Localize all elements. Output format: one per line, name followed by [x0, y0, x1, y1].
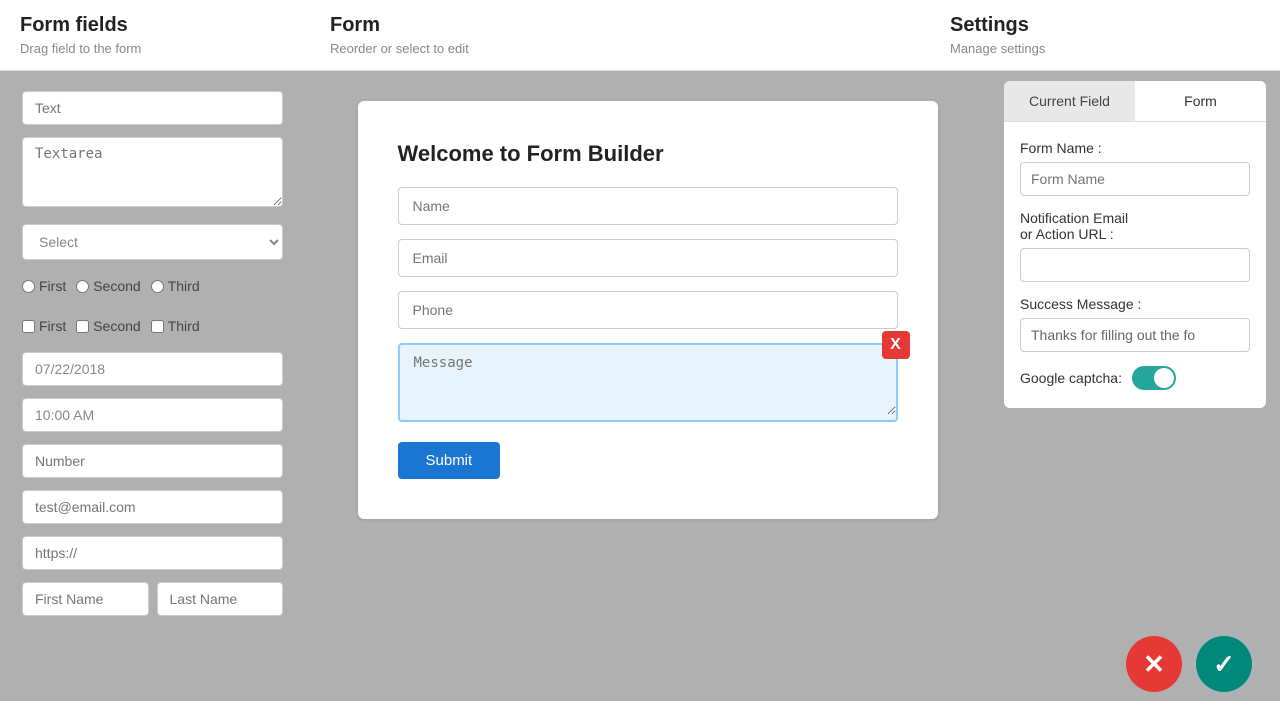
remove-field-button[interactable]: X: [882, 331, 910, 359]
checkbox-first[interactable]: First: [22, 318, 66, 334]
radio-group: First Second Third: [22, 272, 283, 300]
form-name-setting-input[interactable]: [1020, 162, 1250, 196]
success-message-label: Success Message :: [1020, 296, 1250, 312]
center-panel: Welcome to Form Builder X Submit: [305, 71, 990, 701]
textarea-input[interactable]: [22, 137, 283, 207]
number-field-item: [22, 444, 283, 478]
fields-sub: Drag field to the form: [20, 41, 330, 56]
name-fields-item: [22, 582, 283, 616]
confirm-button[interactable]: ✓: [1196, 636, 1252, 692]
name-field: [398, 187, 898, 225]
text-field-item: [22, 91, 283, 125]
captcha-row: Google captcha:: [1020, 366, 1250, 390]
fields-title: Form fields: [20, 14, 330, 37]
checkbox-third[interactable]: Third: [151, 318, 200, 334]
notification-input[interactable]: [1020, 248, 1250, 282]
firstname-input[interactable]: [22, 582, 149, 616]
right-panel: Current Field Form Form Name : Notificat…: [990, 71, 1280, 701]
form-card-title: Welcome to Form Builder: [398, 141, 898, 167]
success-message-input[interactable]: [1020, 318, 1250, 352]
form-card: Welcome to Form Builder X Submit: [358, 101, 938, 519]
checkbox-input-first[interactable]: [22, 320, 35, 333]
text-input[interactable]: [22, 91, 283, 125]
form-name-label: Form Name :: [1020, 140, 1250, 156]
phone-field: [398, 291, 898, 329]
checkbox-second[interactable]: Second: [76, 318, 140, 334]
form-message-textarea[interactable]: [400, 345, 896, 415]
url-input[interactable]: [22, 536, 283, 570]
email-field: [398, 239, 898, 277]
cancel-button[interactable]: ✕: [1126, 636, 1182, 692]
date-field-item: [22, 352, 283, 386]
checkbox-group: First Second Third: [22, 312, 283, 340]
settings-tabs: Current Field Form: [1004, 81, 1266, 122]
textarea-field-item: [22, 137, 283, 212]
message-field: X: [398, 343, 898, 422]
radio-first[interactable]: First: [22, 278, 66, 294]
url-field-item: [22, 536, 283, 570]
form-email-input[interactable]: [398, 239, 898, 277]
action-buttons: ✕ ✓: [1126, 636, 1252, 692]
header: Form fields Drag field to the form Form …: [0, 0, 1280, 71]
checkbox-input-second[interactable]: [76, 320, 89, 333]
main-layout: Select First Second Third First Second T…: [0, 71, 1280, 701]
form-phone-input[interactable]: [398, 291, 898, 329]
message-textarea-wrap: X: [398, 343, 898, 422]
header-form: Form Reorder or select to edit: [330, 14, 950, 56]
email-input[interactable]: [22, 490, 283, 524]
radio-input-first[interactable]: [22, 280, 35, 293]
tab-form[interactable]: Form: [1135, 81, 1266, 121]
radio-input-third[interactable]: [151, 280, 164, 293]
settings-card: Current Field Form Form Name : Notificat…: [1004, 81, 1266, 408]
header-fields: Form fields Drag field to the form: [20, 14, 330, 56]
radio-third[interactable]: Third: [151, 278, 200, 294]
settings-body: Form Name : Notification Email or Action…: [1004, 122, 1266, 408]
form-name-input[interactable]: [398, 187, 898, 225]
checkbox-input-third[interactable]: [151, 320, 164, 333]
captcha-label: Google captcha:: [1020, 370, 1122, 386]
captcha-toggle[interactable]: [1132, 366, 1176, 390]
toggle-slider: [1132, 366, 1176, 390]
lastname-input[interactable]: [157, 582, 284, 616]
radio-second[interactable]: Second: [76, 278, 140, 294]
time-input[interactable]: [22, 398, 283, 432]
select-field-item: Select: [22, 224, 283, 260]
date-input[interactable]: [22, 352, 283, 386]
settings-title: Settings: [950, 14, 1260, 37]
submit-button[interactable]: Submit: [398, 442, 501, 479]
radio-input-second[interactable]: [76, 280, 89, 293]
form-title: Form: [330, 14, 950, 37]
settings-sub: Manage settings: [950, 41, 1260, 56]
select-input[interactable]: Select: [22, 224, 283, 260]
notification-label: Notification Email or Action URL :: [1020, 210, 1250, 242]
number-input[interactable]: [22, 444, 283, 478]
email-field-item: [22, 490, 283, 524]
tab-current-field[interactable]: Current Field: [1004, 81, 1135, 121]
time-field-item: [22, 398, 283, 432]
left-panel: Select First Second Third First Second T…: [0, 71, 305, 701]
form-sub: Reorder or select to edit: [330, 41, 950, 56]
header-settings: Settings Manage settings: [950, 14, 1260, 56]
